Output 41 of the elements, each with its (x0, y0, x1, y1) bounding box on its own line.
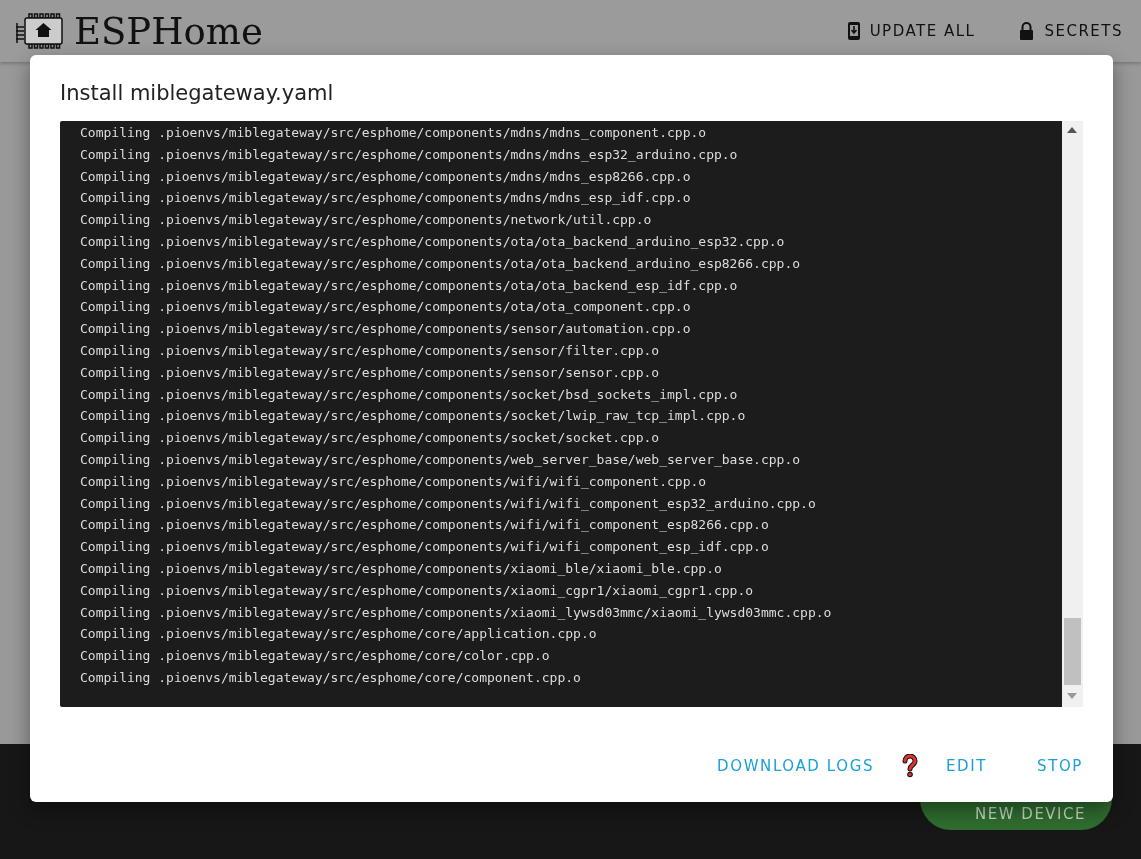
log-line: Compiling .pioenvs/miblegateway/src/esphome/components/ota/ota_backend_arduino_esp32.cpp.o (80, 233, 786, 251)
log-line: Compiling .pioenvs/miblegateway/src/esphome/components/mdns/mdns_component.cpp.o (80, 124, 708, 142)
log-line: Compiling .pioenvs/miblegateway/src/esphome/components/mdns/mdns_esp32_arduino.cpp.o (80, 145, 739, 164)
log-line: Compiling .pioenvs/miblegateway/src/esphome/components/xiaomi_cgpr1/xiaomi_cgpr1.cpp.o (80, 581, 755, 600)
log-line: Compiling .pioenvs/miblegateway/src/esphome/components/web_server_base/web_server_base.cpp.o (80, 450, 802, 469)
update-all-button[interactable]: UPDATE ALL (841, 22, 982, 40)
edit-button[interactable]: EDIT (946, 753, 988, 779)
scrollbar[interactable] (1062, 121, 1083, 707)
scroll-up-icon[interactable] (1067, 127, 1077, 133)
dialog-title: Install miblegateway.yaml (60, 81, 335, 105)
log-line: Compiling .pioenvs/miblegateway/src/esphome/components/sensor/sensor.cpp.o (80, 363, 661, 382)
log-line: Compiling .pioenvs/miblegateway/src/esphome/components/xiaomi_lywsd03mmc/xiaomi_lywsd03mmc.cpp.o (80, 603, 833, 622)
log-line: Compiling .pioenvs/miblegateway/src/esphome/core/application.cpp.o (80, 625, 598, 644)
log-line: Compiling .pioenvs/miblegateway/src/esphome/components/wifi/wifi_component_esp_idf.cpp.o (80, 538, 770, 557)
log-line: Compiling .pioenvs/miblegateway/src/esphome/components/ota/ota_backend_arduino_esp8266.cpp.o (80, 254, 802, 273)
log-line: Compiling .pioenvs/miblegateway/src/esphome/components/wifi/wifi_component.cpp.o (80, 472, 708, 491)
secrets-button[interactable]: SECRETS (1013, 22, 1129, 40)
scroll-down-icon[interactable] (1067, 693, 1077, 699)
log-line: Compiling .pioenvs/miblegateway/src/esphome/components/sensor/automation.cpp.o (80, 320, 692, 339)
log-line: Compiling .pioenvs/miblegateway/src/esphome/components/network/util.cpp.o (80, 211, 653, 230)
log-line: Compiling .pioenvs/miblegateway/src/esphome/components/wifi/wifi_component_esp8266.cpp.o (80, 516, 770, 535)
lock-icon (1019, 22, 1035, 40)
chip-house-icon (14, 13, 66, 49)
log-line: Compiling .pioenvs/miblegateway/src/esphome/components/mdns/mdns_esp_idf.cpp.o (80, 189, 692, 208)
phone-download-icon (847, 22, 860, 40)
log-line: Compiling .pioenvs/miblegateway/src/esphome/components/wifi/wifi_component_esp32_arduino.cpp.o (80, 494, 817, 513)
log-line: Compiling .pioenvs/miblegateway/src/esphome/components/socket/bsd_sockets_impl.cpp.o (80, 385, 739, 404)
download-logs-button[interactable]: DOWNLOAD LOGS (717, 753, 875, 779)
scrollbar-thumb[interactable] (1064, 618, 1081, 685)
log-line: Compiling .pioenvs/miblegateway/src/esphome/components/mdns/mdns_esp8266.cpp.o (80, 167, 692, 186)
log-line: Compiling .pioenvs/miblegateway/src/esphome/components/ota/ota_component.cpp.o (80, 298, 692, 317)
log-line: Compiling .pioenvs/miblegateway/src/esphome/components/ota/ota_backend_esp_idf.cpp.o (80, 276, 739, 295)
question-mark-icon[interactable] (902, 754, 919, 778)
log-line: Compiling .pioenvs/miblegateway/src/esphome/components/socket/lwip_raw_tcp_impl.cpp.o (80, 407, 747, 426)
log-line: Compiling .pioenvs/miblegateway/src/esphome/core/color.cpp.o (80, 647, 551, 666)
log-line: Compiling .pioenvs/miblegateway/src/esphome/components/xiaomi_ble/xiaomi_ble.cpp.o (80, 559, 723, 578)
stop-button[interactable]: STOP (1037, 753, 1083, 779)
app-title: ESPHome (74, 9, 263, 53)
log-line: Compiling .pioenvs/miblegateway/src/esphome/core/component.cpp.o (80, 668, 582, 687)
log-line: Compiling .pioenvs/miblegateway/src/esphome/components/socket/socket.cpp.o (80, 429, 661, 448)
log-line: Compiling .pioenvs/miblegateway/src/esphome/components/sensor/filter.cpp.o (80, 341, 661, 360)
